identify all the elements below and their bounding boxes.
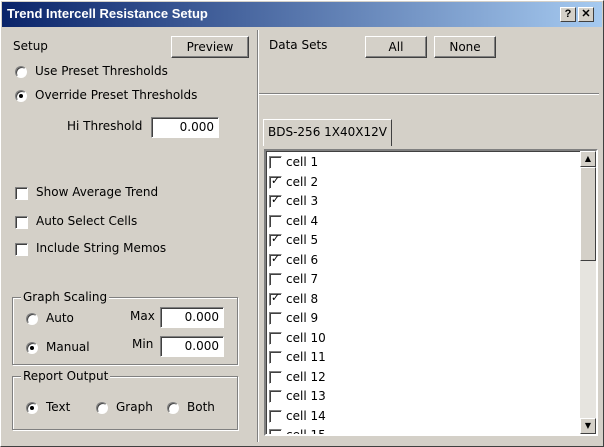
report-both-label: Both <box>187 400 215 414</box>
cell-listbox[interactable]: ▲ ▼ cell 1 ✓ cell 2 ✓ cell 3 cell 4 ✓ cell 5 ✓ ce… <box>264 149 598 436</box>
cell-label: cell 9 <box>286 311 319 325</box>
radio-selected-dot <box>30 346 34 350</box>
use-preset-radio[interactable] <box>15 66 27 78</box>
check-mark-icon: ✓ <box>271 251 281 265</box>
tab-dataset[interactable]: BDS-256 1X40X12V <box>263 119 392 146</box>
scroll-thumb[interactable] <box>580 167 596 261</box>
cell-label: cell 4 <box>286 213 319 228</box>
graph-scaling-label: Graph Scaling <box>21 290 110 304</box>
help-button[interactable]: ? <box>560 7 576 22</box>
window-title: Trend Intercell Resistance Setup <box>7 6 208 21</box>
include-string-memos-checkbox[interactable] <box>15 243 28 256</box>
max-input[interactable]: 0.000 <box>160 307 224 328</box>
cell-label: cell 2 <box>286 174 319 189</box>
cell-label: cell 1 <box>286 155 319 169</box>
report-text-radio[interactable] <box>26 402 38 414</box>
cell-label: cell 5 <box>286 233 319 247</box>
hi-threshold-label: Hi Threshold <box>67 119 143 133</box>
cell-checkbox[interactable]: ✓ <box>269 251 282 267</box>
report-graph-label: Graph <box>116 400 153 414</box>
check-mark-icon: ✓ <box>271 193 281 206</box>
radio-selected-dot <box>30 406 34 410</box>
cell-label: cell 3 <box>286 194 319 208</box>
panel-separator <box>257 30 259 442</box>
close-button[interactable]: ✕ <box>578 7 594 22</box>
none-button[interactable]: None <box>434 36 496 58</box>
setup-label: Setup <box>13 39 48 53</box>
min-label: Min <box>132 337 154 351</box>
auto-select-cells-label: Auto Select Cells <box>36 214 138 228</box>
cell-checkbox[interactable] <box>269 312 282 325</box>
cell-label: cell 10 <box>286 330 326 345</box>
report-graph-radio[interactable] <box>96 402 108 414</box>
include-string-memos-label: Include String Memos <box>36 241 167 255</box>
scaling-manual-radio[interactable] <box>26 342 38 354</box>
cell-label: cell 14 <box>286 408 326 423</box>
report-both-radio[interactable] <box>167 402 179 414</box>
cell-checkbox[interactable]: ✓ <box>269 232 282 247</box>
show-average-trend-checkbox[interactable] <box>15 187 28 200</box>
cell-checkbox[interactable]: ✓ <box>269 290 282 306</box>
scaling-manual-label: Manual <box>46 340 90 354</box>
check-mark-icon: ✓ <box>271 232 281 245</box>
cell-label: cell 6 <box>286 252 319 267</box>
radio-selected-dot <box>19 94 23 98</box>
scroll-up-button[interactable]: ▲ <box>580 151 596 167</box>
title-bar[interactable]: Trend Intercell Resistance Setup ? ✕ <box>2 2 602 27</box>
check-mark-icon: ✓ <box>271 290 281 304</box>
preview-button[interactable]: Preview <box>171 36 249 58</box>
cell-checkbox[interactable] <box>269 351 282 364</box>
cell-checkbox[interactable] <box>269 273 282 286</box>
override-preset-label: Override Preset Thresholds <box>35 88 198 102</box>
cell-label: cell 15 <box>286 428 326 436</box>
override-preset-radio[interactable] <box>15 90 27 102</box>
all-button[interactable]: All <box>365 36 427 58</box>
cell-checkbox[interactable]: ✓ <box>269 193 282 208</box>
dialog-window: Trend Intercell Resistance Setup ? ✕ Set… <box>0 0 604 447</box>
cell-checkbox[interactable]: ✓ <box>269 173 282 189</box>
cell-label: cell 11 <box>286 350 326 364</box>
data-sets-separator <box>259 93 599 95</box>
cell-checkbox[interactable] <box>269 370 282 384</box>
hi-threshold-input[interactable]: 0.000 <box>151 117 219 138</box>
list-scrollbar[interactable]: ▲ ▼ <box>580 151 596 434</box>
cell-checkbox[interactable] <box>269 390 282 403</box>
min-input[interactable]: 0.000 <box>160 336 224 357</box>
data-sets-label: Data Sets <box>269 38 328 52</box>
use-preset-label: Use Preset Thresholds <box>35 64 168 78</box>
cell-label: cell 12 <box>286 369 326 384</box>
report-text-label: Text <box>46 400 71 414</box>
show-average-trend-label: Show Average Trend <box>36 185 159 199</box>
cell-checkbox[interactable] <box>269 409 282 423</box>
scroll-down-button[interactable]: ▼ <box>580 418 596 434</box>
cell-checkbox[interactable] <box>269 214 282 228</box>
max-label: Max <box>130 309 155 323</box>
cell-checkbox[interactable] <box>269 331 282 345</box>
check-mark-icon: ✓ <box>271 173 281 187</box>
cell-label: cell 8 <box>286 291 319 306</box>
cell-checkbox[interactable] <box>269 429 282 434</box>
scaling-auto-radio[interactable] <box>26 313 38 325</box>
cell-label: cell 13 <box>286 389 326 403</box>
cell-checkbox[interactable] <box>269 156 282 169</box>
auto-select-cells-checkbox[interactable] <box>15 216 28 229</box>
cell-label: cell 7 <box>286 272 319 286</box>
scaling-auto-label: Auto <box>46 311 74 325</box>
report-output-label: Report Output <box>21 369 111 383</box>
